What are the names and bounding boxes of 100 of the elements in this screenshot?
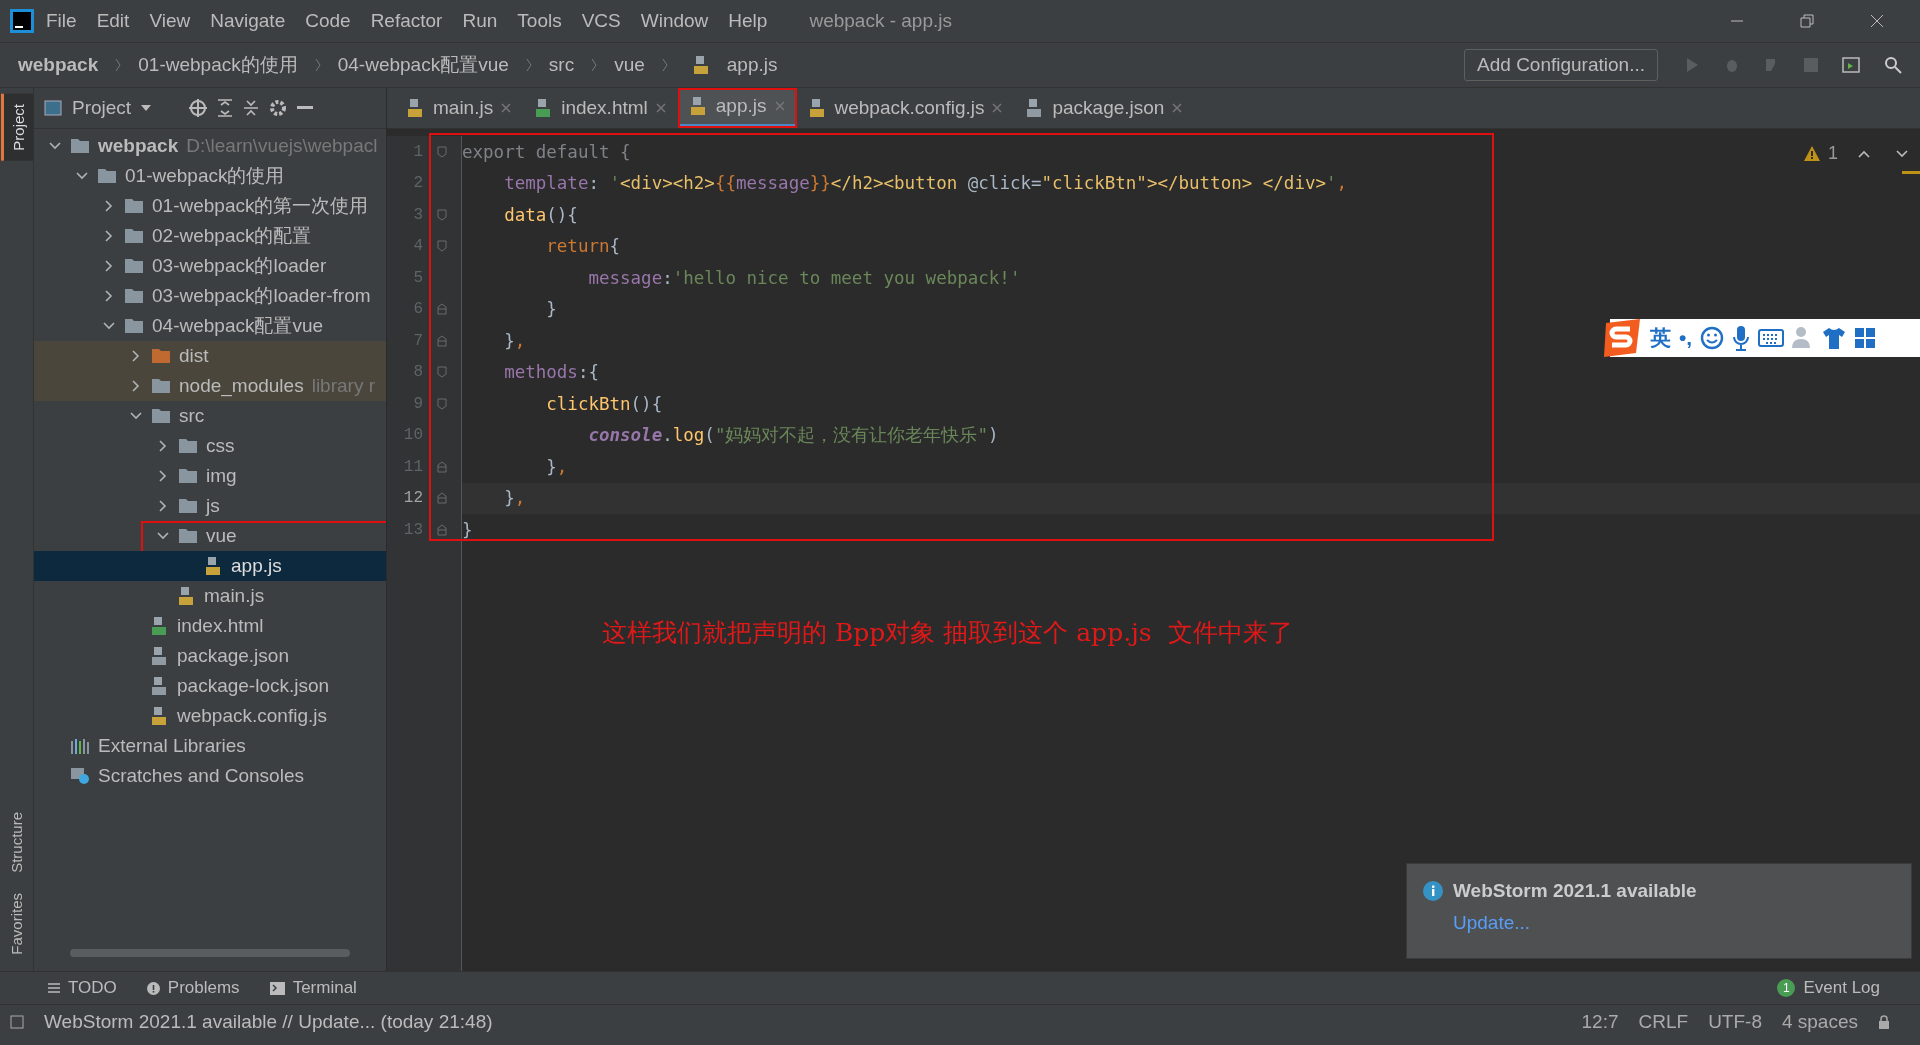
menu-item[interactable]: Navigate	[202, 10, 294, 32]
dropdown-caret-icon[interactable]	[141, 105, 152, 111]
restore-icon[interactable]	[1800, 14, 1814, 28]
tree-item[interactable]: index.html	[34, 611, 386, 641]
terminal-icon[interactable]	[269, 981, 285, 995]
fold-marker-icon[interactable]	[437, 208, 447, 221]
fold-marker-icon[interactable]	[437, 460, 447, 473]
info-icon	[1423, 881, 1443, 901]
code-line: data(){	[503, 204, 578, 225]
tree-item[interactable]: css	[34, 431, 386, 461]
panel-toggle-icon[interactable]	[10, 1015, 24, 1029]
editor-tab[interactable]: main.js	[395, 88, 524, 128]
editor-tab[interactable]: webpack.config.js	[796, 88, 1015, 128]
menu-item[interactable]: Window	[632, 10, 717, 32]
tree-item[interactable]: package-lock.json	[34, 671, 386, 701]
collapse-all-icon[interactable]	[243, 99, 260, 117]
event-log-button[interactable]: 1 Event Log	[1777, 978, 1880, 998]
tree-item[interactable]: 04-webpack配置vue	[34, 311, 386, 341]
menu-item[interactable]: Help	[720, 10, 776, 32]
fold-marker-icon[interactable]	[437, 145, 447, 158]
status-item[interactable]: UTF-8	[1708, 1011, 1762, 1033]
tree-item[interactable]: vue	[34, 521, 386, 551]
update-link[interactable]: Update...	[1453, 912, 1531, 934]
input-mode-toggle[interactable]: 英	[1650, 324, 1671, 352]
tree-item[interactable]: img	[34, 461, 386, 491]
breadcrumb[interactable]: 04-webpack配置vue	[337, 52, 509, 78]
breadcrumb[interactable]: vue	[614, 54, 645, 76]
tree-item[interactable]: webpack D:\learn\vuejs\webpacl	[34, 131, 386, 161]
tree-item[interactable]: src	[34, 401, 386, 431]
tree-item[interactable]: Scratches and Consoles	[34, 761, 386, 791]
search-icon[interactable]	[1884, 56, 1902, 74]
menu-item[interactable]: View	[141, 10, 199, 32]
expand-all-icon[interactable]	[217, 99, 234, 117]
status-item[interactable]: 4 spaces	[1781, 1011, 1858, 1033]
tree-item[interactable]: dist	[34, 341, 386, 371]
add-configuration-button[interactable]: Add Configuration...	[1464, 49, 1658, 81]
folder-icon	[124, 288, 144, 304]
warning-icon[interactable]	[146, 981, 160, 995]
hide-icon[interactable]	[297, 106, 314, 110]
folder-icon	[151, 408, 171, 424]
fold-marker-icon[interactable]	[437, 240, 447, 253]
tree-item[interactable]: 01-webpack的第一次使用	[34, 191, 386, 221]
tool-window-tab[interactable]: Structure	[2, 802, 31, 884]
tree-item[interactable]: main.js	[34, 581, 386, 611]
editor-tab[interactable]: app.js	[677, 88, 797, 128]
file-icon	[178, 586, 196, 606]
breadcrumb[interactable]: 01-webpack的使用	[138, 52, 298, 78]
chevron-down-icon[interactable]	[1896, 149, 1908, 158]
tree-item[interactable]: 02-webpack的配置	[34, 221, 386, 251]
tree-item[interactable]: 01-webpack的使用	[34, 161, 386, 191]
tree-item[interactable]: External Libraries	[34, 731, 386, 761]
status-item[interactable]: 12:7	[1581, 1011, 1619, 1033]
chevron-up-icon[interactable]	[1858, 149, 1870, 158]
tree-item[interactable]: webpack.config.js	[34, 701, 386, 731]
editor-tab[interactable]: package.json	[1014, 88, 1195, 128]
close-icon[interactable]	[1870, 14, 1884, 28]
tree-item[interactable]: app.js	[34, 551, 386, 581]
breadcrumb[interactable]: app.js	[726, 54, 778, 76]
breadcrumb[interactable]: src	[548, 54, 575, 76]
fold-marker-icon[interactable]	[437, 523, 447, 536]
tool-window-button[interactable]: Problems	[146, 978, 240, 998]
punctuation-toggle[interactable]: •,	[1679, 326, 1693, 350]
menu-item[interactable]: VCS	[573, 10, 629, 32]
menu-item[interactable]: Tools	[509, 10, 570, 32]
fold-marker-icon[interactable]	[437, 334, 447, 347]
menu-item[interactable]: Refactor	[362, 10, 451, 32]
tree-item[interactable]: js	[34, 491, 386, 521]
microphone-icon[interactable]	[1732, 325, 1751, 351]
tree-item[interactable]: 03-webpack的loader-from	[34, 281, 386, 311]
list-icon[interactable]	[48, 983, 60, 993]
editor-tab[interactable]: index.html	[523, 88, 678, 128]
shirt-icon[interactable]	[1822, 327, 1847, 349]
menu-item[interactable]: File	[38, 10, 85, 32]
code-line: },	[503, 488, 526, 509]
tool-window-tab[interactable]: Favorites	[2, 883, 31, 965]
window-layout-icon[interactable]	[1842, 57, 1860, 73]
fold-marker-icon[interactable]	[437, 397, 447, 410]
breadcrumb[interactable]: webpack	[18, 54, 99, 76]
grid-icon[interactable]	[1854, 327, 1877, 349]
panel-title[interactable]: Project	[72, 97, 132, 119]
tree-item[interactable]: 03-webpack的loader	[34, 251, 386, 281]
locate-icon[interactable]	[189, 99, 208, 117]
status-item[interactable]: CRLF	[1638, 1011, 1689, 1033]
menu-item[interactable]: Edit	[88, 10, 138, 32]
fold-marker-icon[interactable]	[437, 492, 447, 505]
lock-icon[interactable]	[1878, 1015, 1890, 1029]
ime-logo-icon[interactable]	[1602, 319, 1642, 357]
tool-window-button[interactable]: TODO	[48, 978, 117, 998]
tool-window-button[interactable]: Terminal	[269, 978, 357, 998]
smiley-icon[interactable]	[1700, 326, 1725, 350]
menu-item[interactable]: Run	[454, 10, 506, 32]
fold-marker-icon[interactable]	[437, 303, 447, 316]
tool-window-tab[interactable]: Project	[0, 94, 33, 161]
tree-item[interactable]: package.json	[34, 641, 386, 671]
tree-item[interactable]: node_modules library r	[34, 371, 386, 401]
keyboard-icon[interactable]	[1758, 329, 1785, 347]
warning-icon[interactable]	[1804, 146, 1820, 161]
scrollbar[interactable]	[70, 949, 350, 957]
menu-item[interactable]: Code	[297, 10, 359, 32]
fold-marker-icon[interactable]	[437, 366, 447, 379]
